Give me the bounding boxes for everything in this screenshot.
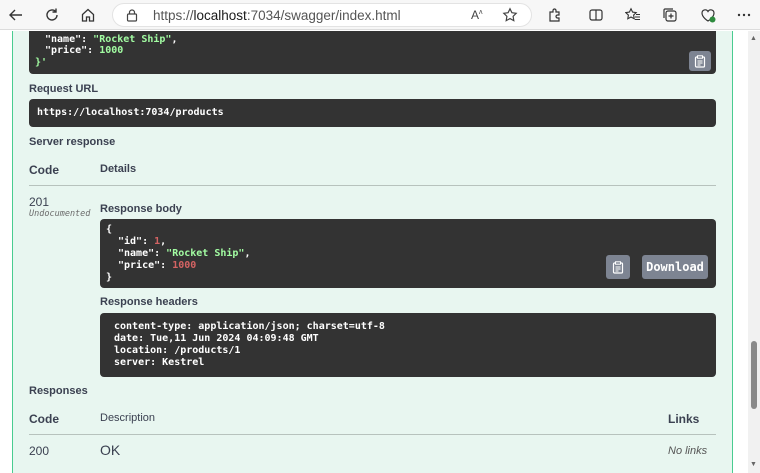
response-price-key: "price" xyxy=(118,260,161,271)
response-id-key: "id" xyxy=(118,236,143,247)
response-name-value: "Rocket Ship" xyxy=(166,248,245,259)
favorites-icon[interactable] xyxy=(623,5,643,25)
page-scrollbar[interactable]: ▲ ▼ xyxy=(748,31,760,473)
server-response-divider xyxy=(29,185,716,186)
collections-icon[interactable] xyxy=(660,5,680,25)
response-body-block: { "id": 1, "name": "Rocket Ship", "price… xyxy=(100,219,716,288)
lock-icon[interactable] xyxy=(125,8,139,27)
address-bar[interactable]: https://localhost:7034/swagger/index.htm… xyxy=(112,3,532,27)
response-status-code: 201 xyxy=(29,195,50,209)
responses-description-header: Description xyxy=(100,412,156,424)
clipboard-icon xyxy=(694,54,706,68)
download-button[interactable]: Download xyxy=(642,255,708,279)
response-header-line: location: /products/1 xyxy=(114,345,241,356)
browser-essentials-icon[interactable] xyxy=(698,5,718,25)
response-body-name-line: "name": "Rocket Ship", xyxy=(118,248,251,259)
response-headers-block: content-type: application/json; charset=… xyxy=(100,313,716,377)
url-scheme: https:// xyxy=(153,8,194,23)
curl-line-close: }' xyxy=(35,57,48,68)
responses-code-header: Code xyxy=(29,412,59,426)
extensions-icon[interactable] xyxy=(545,5,565,25)
copy-curl-button[interactable] xyxy=(689,51,711,71)
undocumented-note: Undocumented xyxy=(29,209,91,219)
operation-panel: "name": "Rocket Ship", "price": 1000 }' … xyxy=(12,31,733,473)
response-row-description: OK xyxy=(100,442,121,458)
response-headers-label: Response headers xyxy=(100,296,198,308)
copy-response-button[interactable] xyxy=(606,255,630,279)
back-arrow-icon[interactable] xyxy=(6,5,26,25)
request-url-value: https://localhost:7034/products xyxy=(37,107,224,118)
curl-price-key: "price" xyxy=(45,45,88,56)
refresh-icon[interactable] xyxy=(42,5,62,25)
response-name-key: "name" xyxy=(118,248,155,259)
response-header-line: server: Kestrel xyxy=(114,357,205,368)
server-response-details-header: Details xyxy=(100,163,137,175)
server-response-label: Server response xyxy=(29,136,116,148)
scroll-down-arrow-icon[interactable]: ▼ xyxy=(750,461,757,468)
curl-line-price: "price": 1000 xyxy=(45,45,124,56)
favorite-star-icon[interactable] xyxy=(502,7,518,28)
response-body-label: Response body xyxy=(100,203,182,215)
response-body-close: } xyxy=(106,272,113,283)
request-url-label: Request URL xyxy=(29,83,99,95)
request-url-block: https://localhost:7034/products xyxy=(29,99,716,127)
response-body-price-line: "price": 1000 xyxy=(118,260,197,271)
swagger-page: "name": "Rocket Ship", "price": 1000 }' … xyxy=(0,31,748,473)
responses-links-header: Links xyxy=(668,412,700,426)
server-response-code-header: Code xyxy=(29,163,59,177)
home-icon[interactable] xyxy=(78,5,98,25)
split-screen-icon[interactable] xyxy=(586,5,606,25)
response-price-value: 1000 xyxy=(172,260,197,271)
curl-command-block: "name": "Rocket Ship", "price": 1000 }' xyxy=(29,31,716,74)
responses-divider xyxy=(29,434,716,435)
curl-name-key: "name" xyxy=(45,34,82,45)
curl-price-value: 1000 xyxy=(99,45,124,56)
clipboard-icon xyxy=(612,260,624,274)
response-header-line: date: Tue,11 Jun 2024 04:09:48 GMT xyxy=(114,333,319,344)
scrollbar-thumb[interactable] xyxy=(751,341,757,409)
response-body-open: { xyxy=(106,224,113,235)
responses-label: Responses xyxy=(29,385,88,397)
curl-name-value: "Rocket Ship" xyxy=(93,34,172,45)
response-row-code: 200 xyxy=(29,444,50,458)
url-host: localhost xyxy=(193,8,247,23)
response-body-id-line: "id": 1, xyxy=(118,236,167,247)
browser-toolbar: https://localhost:7034/swagger/index.htm… xyxy=(0,0,760,30)
read-aloud-icon[interactable]: Aʌ xyxy=(471,8,483,22)
more-menu-icon[interactable] xyxy=(734,5,754,25)
url-text: https://localhost:7034/swagger/index.htm… xyxy=(153,8,401,23)
scroll-up-arrow-icon[interactable]: ▲ xyxy=(750,35,757,42)
response-row-links: No links xyxy=(668,445,708,457)
url-path: :7034/swagger/index.html xyxy=(246,8,401,23)
response-header-line: content-type: application/json; charset=… xyxy=(114,321,385,332)
